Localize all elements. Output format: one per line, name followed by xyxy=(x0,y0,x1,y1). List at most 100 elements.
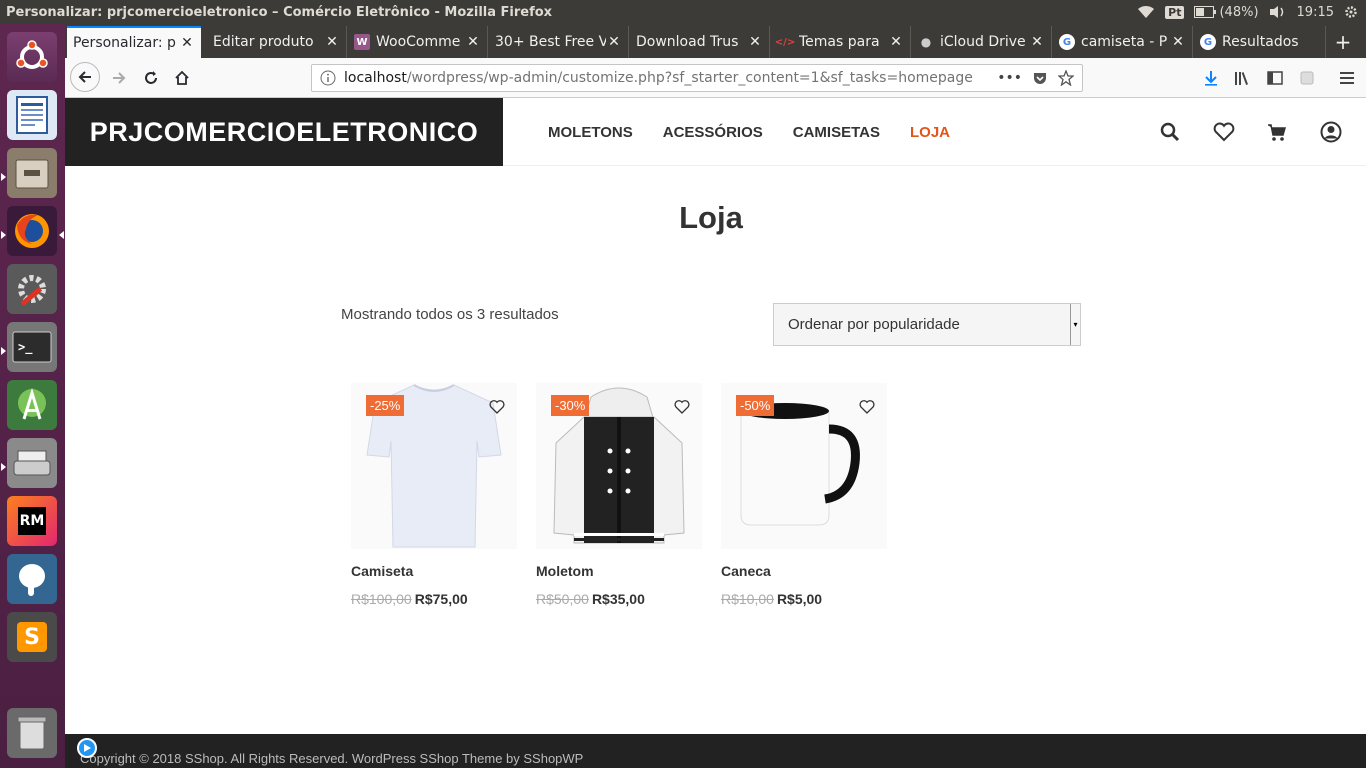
add-to-wishlist-heart-icon[interactable] xyxy=(489,399,505,415)
product-price: R$100,00 R$75,00 xyxy=(351,591,468,607)
libreoffice-writer-icon[interactable] xyxy=(7,90,57,140)
close-tab-icon[interactable]: ✕ xyxy=(324,34,340,50)
product-price: R$50,00 R$35,00 xyxy=(536,591,645,607)
home-button[interactable] xyxy=(168,64,196,92)
add-to-wishlist-heart-icon[interactable] xyxy=(674,399,690,415)
terminal-icon[interactable]: >_ xyxy=(7,322,57,372)
system-settings-icon[interactable] xyxy=(7,264,57,314)
battery-indicator[interactable]: (48%) xyxy=(1194,4,1259,20)
volume-icon[interactable] xyxy=(1269,5,1287,19)
url-bar[interactable]: localhost/wordpress/wp-admin/customize.p… xyxy=(311,64,1083,92)
product-name[interactable]: Camiseta xyxy=(351,563,413,579)
discount-badge: -25% xyxy=(366,395,405,416)
extension-icon[interactable] xyxy=(1293,64,1321,92)
code-icon: </> xyxy=(774,36,796,48)
apple-icon: ● xyxy=(920,35,932,49)
site-brand-logo[interactable]: PRJCOMERCIOELETRONICO xyxy=(65,98,503,166)
trash-icon[interactable] xyxy=(7,708,57,758)
close-tab-icon[interactable]: ✕ xyxy=(1029,34,1045,50)
unity-launcher: >_ RM S xyxy=(0,24,65,768)
nav-item-loja[interactable]: LOJA xyxy=(910,124,950,141)
sale-price: R$35,00 xyxy=(591,591,645,607)
sale-price: R$5,00 xyxy=(776,591,823,607)
close-tab-icon[interactable]: ✕ xyxy=(1170,34,1186,50)
tab-woocommerce[interactable]: W WooComme ✕ xyxy=(348,26,488,58)
window-title: Personalizar: prjcomercioeletronico – Co… xyxy=(6,4,553,20)
product-price: R$10,00 R$5,00 xyxy=(721,591,822,607)
battery-percent: (48%) xyxy=(1219,4,1259,20)
info-icon[interactable] xyxy=(320,70,336,86)
result-count: Mostrando todos os 3 resultados xyxy=(341,306,559,323)
sale-price: R$75,00 xyxy=(414,591,468,607)
tab-resultados[interactable]: G Resultados xyxy=(1194,26,1326,58)
sidebar-icon[interactable] xyxy=(1261,64,1289,92)
back-button[interactable] xyxy=(70,62,100,92)
android-studio-icon[interactable] xyxy=(7,380,57,430)
sublime-text-icon[interactable]: S xyxy=(7,612,57,662)
tab-best-free[interactable]: 30+ Best Free V ✕ xyxy=(489,26,629,58)
google-icon: G xyxy=(1059,34,1075,50)
tab-temas[interactable]: </> Temas para ✕ xyxy=(771,26,911,58)
close-tab-icon[interactable]: ✕ xyxy=(179,35,195,51)
url-text: localhost/wordpress/wp-admin/customize.p… xyxy=(344,70,973,86)
system-indicators: Pt (48%) 19:15 xyxy=(1137,5,1366,20)
files-icon[interactable] xyxy=(7,148,57,198)
battery-icon xyxy=(1194,6,1217,18)
clock[interactable]: 19:15 xyxy=(1297,5,1334,20)
firefox-icon[interactable] xyxy=(7,206,57,256)
keyboard-layout-indicator[interactable]: Pt xyxy=(1165,5,1185,19)
browser-navigation-bar: localhost/wordpress/wp-admin/customize.p… xyxy=(65,58,1366,98)
cart-icon[interactable] xyxy=(1265,120,1289,144)
account-user-icon[interactable] xyxy=(1319,120,1343,144)
shop-page: PRJCOMERCIOELETRONICO MOLETONS ACESSÓRIO… xyxy=(65,98,1366,768)
menu-hamburger-icon[interactable] xyxy=(1333,64,1361,92)
pocket-icon[interactable] xyxy=(1032,70,1048,86)
product-name[interactable]: Moletom xyxy=(536,563,594,579)
page-actions-icon[interactable]: ••• xyxy=(997,70,1022,86)
add-to-wishlist-heart-icon[interactable] xyxy=(859,399,875,415)
pgadmin-elephant-icon[interactable] xyxy=(7,554,57,604)
tab-download[interactable]: Download Trus ✕ xyxy=(630,26,770,58)
forward-button[interactable] xyxy=(105,64,133,92)
tab-icloud[interactable]: ● iCloud Drive ✕ xyxy=(912,26,1052,58)
rubymine-icon[interactable]: RM xyxy=(7,496,57,546)
downloads-icon[interactable] xyxy=(1197,64,1225,92)
close-tab-icon[interactable]: ✕ xyxy=(747,34,763,50)
site-header: PRJCOMERCIOELETRONICO MOLETONS ACESSÓRIO… xyxy=(65,98,1366,166)
tab-personalizar[interactable]: Personalizar: p ✕ xyxy=(67,26,201,58)
site-footer: Copyright © 2018 SShop. All Rights Reser… xyxy=(65,734,1366,768)
regular-price: R$10,00 xyxy=(721,591,774,607)
google-icon: G xyxy=(1200,34,1216,50)
system-settings-gear-icon[interactable] xyxy=(1344,5,1358,19)
page-title: Loja xyxy=(679,200,743,235)
main-navigation: MOLETONS ACESSÓRIOS CAMISETAS LOJA xyxy=(548,98,950,166)
search-icon[interactable] xyxy=(1158,120,1182,144)
orderby-selected-value: Ordenar por popularidade xyxy=(788,316,960,333)
close-tab-icon[interactable]: ✕ xyxy=(465,34,481,50)
wifi-icon[interactable] xyxy=(1137,5,1155,19)
nav-item-moletons[interactable]: MOLETONS xyxy=(548,124,633,141)
regular-price: R$100,00 xyxy=(351,591,412,607)
discount-badge: -50% xyxy=(736,395,775,416)
customizer-play-icon[interactable] xyxy=(77,738,97,758)
new-tab-button[interactable]: + xyxy=(1327,26,1359,58)
library-icon[interactable] xyxy=(1229,64,1257,92)
tab-editar-produto[interactable]: Editar produto ✕ xyxy=(207,26,347,58)
system-top-bar: Personalizar: prjcomercioeletronico – Co… xyxy=(0,0,1366,24)
ubuntu-dash-icon[interactable] xyxy=(7,32,57,82)
chevron-down-icon: ▾ xyxy=(1070,304,1080,345)
nav-item-acessorios[interactable]: ACESSÓRIOS xyxy=(663,124,763,141)
product-name[interactable]: Caneca xyxy=(721,563,771,579)
close-tab-icon[interactable]: ✕ xyxy=(606,34,622,50)
orderby-select[interactable]: Ordenar por popularidade ▾ xyxy=(773,303,1081,346)
nav-item-camisetas[interactable]: CAMISETAS xyxy=(793,124,880,141)
tab-camiseta[interactable]: G camiseta - P ✕ xyxy=(1053,26,1193,58)
footer-copyright: Copyright © 2018 SShop. All Rights Reser… xyxy=(80,751,584,766)
wishlist-heart-icon[interactable] xyxy=(1212,120,1236,144)
reload-button[interactable] xyxy=(137,64,165,92)
scanner-icon[interactable] xyxy=(7,438,57,488)
close-tab-icon[interactable]: ✕ xyxy=(888,34,904,50)
bookmark-star-icon[interactable] xyxy=(1058,70,1074,86)
svg-text:>_: >_ xyxy=(18,340,33,355)
regular-price: R$50,00 xyxy=(536,591,589,607)
